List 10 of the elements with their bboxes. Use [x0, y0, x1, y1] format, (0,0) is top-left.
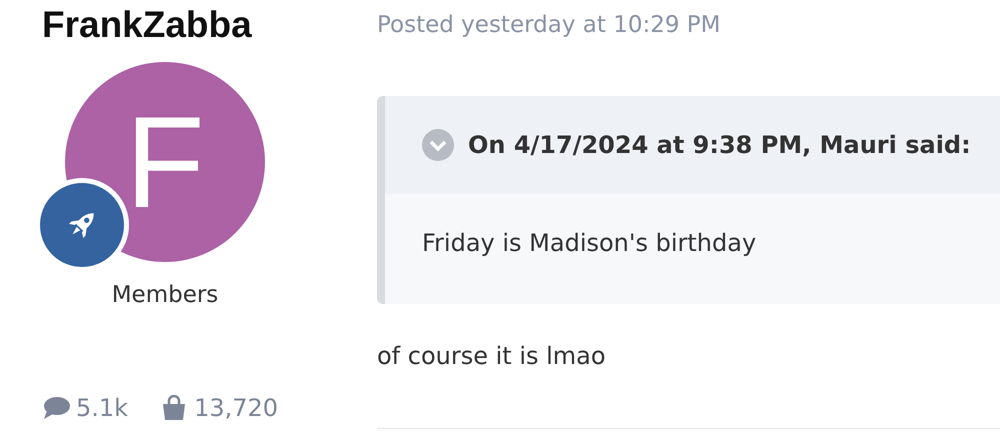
- post-timestamp[interactable]: Posted yesterday at 10:29 PM: [377, 12, 1000, 38]
- quote-citation: On 4/17/2024 at 9:38 PM, Mauri said:: [468, 131, 971, 159]
- username[interactable]: FrankZabba: [42, 4, 252, 46]
- member-group: Members: [112, 282, 218, 308]
- quote-text: Friday is Madison's birthday: [422, 229, 756, 257]
- speech-bubble-icon: [42, 396, 70, 420]
- post-body: of course it is lmao: [377, 342, 607, 370]
- post-count: 5.1k: [76, 394, 128, 422]
- reputation-points: 13,720: [194, 394, 278, 422]
- chevron-down-icon[interactable]: [422, 129, 454, 161]
